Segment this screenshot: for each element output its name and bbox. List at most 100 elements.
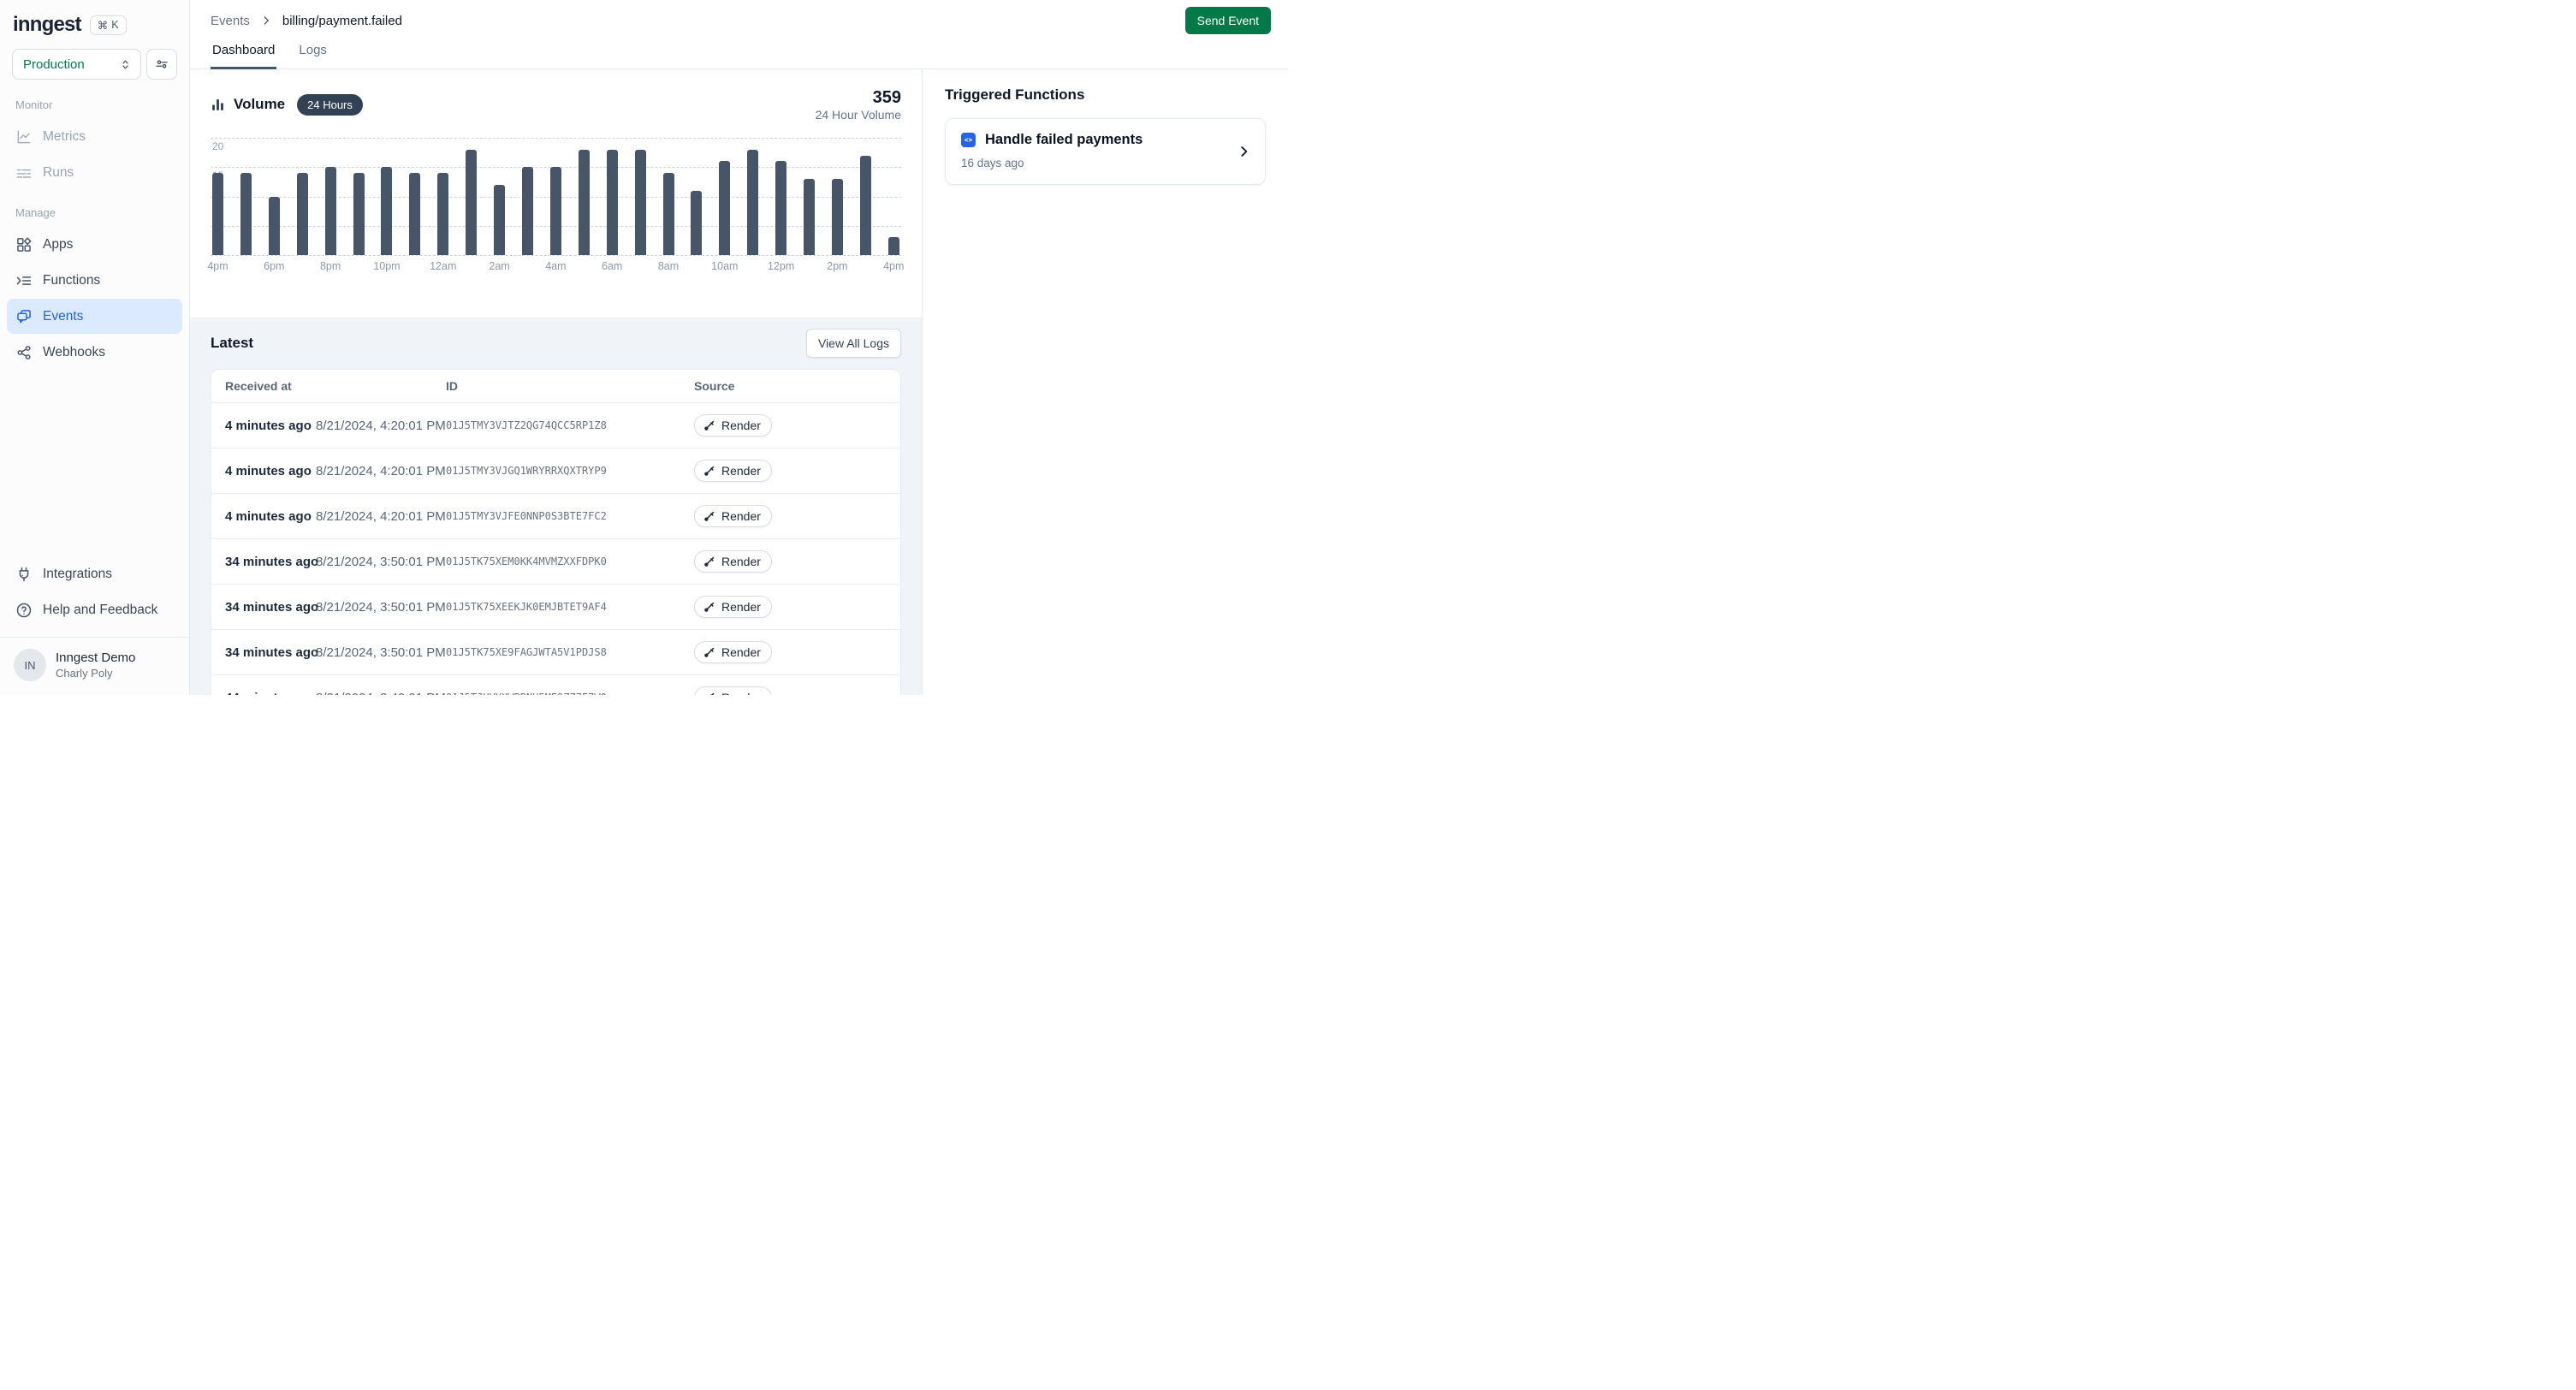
tab-dashboard[interactable]: Dashboard xyxy=(211,41,276,69)
volume-bar[interactable] xyxy=(269,197,280,256)
event-id: 01J5TMY3VJFE0NNP0S3BTE7FC2 xyxy=(446,510,694,522)
latest-title: Latest xyxy=(211,335,253,352)
event-relative-time: 4 minutes ago xyxy=(225,419,316,433)
x-axis-tick-label: 6am xyxy=(602,260,622,272)
volume-bar[interactable] xyxy=(804,179,815,255)
volume-bar[interactable] xyxy=(860,156,871,255)
function-card[interactable]: <> Handle failed payments 16 days ago xyxy=(945,118,1266,185)
x-axis-tick-label: 10am xyxy=(711,260,738,272)
volume-bar[interactable] xyxy=(635,150,646,255)
environment-label: Production xyxy=(23,57,85,72)
environment-settings-button[interactable] xyxy=(146,49,177,80)
sidebar-item-label: Integrations xyxy=(43,567,112,582)
volume-bar[interactable] xyxy=(240,173,252,255)
table-row[interactable]: 4 minutes ago8/21/2024, 4:20:01 PM01J5TM… xyxy=(211,493,900,538)
volume-bar[interactable] xyxy=(747,150,758,255)
tab-logs[interactable]: Logs xyxy=(297,41,329,69)
key-icon xyxy=(703,601,715,614)
chevrons-up-down-icon xyxy=(119,58,132,71)
inngest-logo[interactable]: inngest xyxy=(13,13,81,37)
volume-bar[interactable] xyxy=(579,150,590,255)
volume-bar[interactable] xyxy=(522,167,533,255)
volume-bar[interactable] xyxy=(212,173,223,255)
x-axis-slot xyxy=(240,260,252,275)
x-axis-slot: 4pm xyxy=(212,260,223,275)
events-table: Received at ID Source 4 minutes ago8/21/… xyxy=(211,369,901,695)
x-axis-slot: 4pm xyxy=(888,260,899,275)
sidebar-item-metrics[interactable]: Metrics xyxy=(7,119,182,154)
volume-bar[interactable] xyxy=(719,161,730,255)
view-all-logs-button[interactable]: View All Logs xyxy=(806,329,901,358)
key-icon xyxy=(703,646,715,659)
table-row[interactable]: 34 minutes ago8/21/2024, 3:50:01 PM01J5T… xyxy=(211,538,900,584)
table-row[interactable]: 4 minutes ago8/21/2024, 4:20:01 PM01J5TM… xyxy=(211,448,900,493)
volume-bar[interactable] xyxy=(325,167,336,255)
source-badge-label: Render xyxy=(721,464,761,478)
volume-chart-section: Volume 24 Hours 359 24 Hour Volume 51015… xyxy=(190,69,922,318)
app-window: inngest ⌘ K Production MonitorMetricsRun… xyxy=(0,0,1288,695)
volume-bar[interactable] xyxy=(550,167,561,255)
event-relative-time: 34 minutes ago xyxy=(225,600,316,615)
volume-bar[interactable] xyxy=(437,173,448,255)
sidebar-item-apps[interactable]: Apps xyxy=(7,227,182,262)
source-badge[interactable]: Render xyxy=(694,596,772,618)
sidebar-item-label: Metrics xyxy=(43,129,86,145)
user-menu[interactable]: IN Inngest Demo Charly Poly xyxy=(0,638,189,695)
source-badge[interactable]: Render xyxy=(694,460,772,482)
events-table-body: 4 minutes ago8/21/2024, 4:20:01 PM01J5TM… xyxy=(211,402,900,695)
chart-x-axis: 4pm6pm8pm10pm12am2am4am6am8am10am12pm2pm… xyxy=(212,260,899,275)
source-badge[interactable]: Render xyxy=(694,505,772,527)
volume-bar[interactable] xyxy=(353,173,365,255)
volume-bar[interactable] xyxy=(297,173,308,255)
volume-bar[interactable] xyxy=(888,237,899,255)
x-axis-slot xyxy=(804,260,815,275)
send-event-button[interactable]: Send Event xyxy=(1185,7,1271,34)
x-axis-slot: 10am xyxy=(719,260,730,275)
source-badge[interactable]: Render xyxy=(694,550,772,573)
key-icon xyxy=(703,510,715,523)
topbar: Events billing/payment.failed Send Event xyxy=(190,0,1288,41)
volume-bar[interactable] xyxy=(607,150,618,255)
event-source-cell: Render xyxy=(694,414,887,437)
function-code-icon: <> xyxy=(961,133,976,147)
chevron-right-icon xyxy=(1237,145,1251,159)
event-relative-time: 4 minutes ago xyxy=(225,464,316,478)
event-relative-time: 44 minutes ago xyxy=(225,691,316,696)
volume-bar[interactable] xyxy=(775,161,786,255)
col-received-at: Received at xyxy=(225,379,316,393)
environment-select[interactable]: Production xyxy=(12,49,141,80)
content-row: Volume 24 Hours 359 24 Hour Volume 51015… xyxy=(190,69,1288,695)
breadcrumb-events-link[interactable]: Events xyxy=(211,14,250,28)
volume-bar[interactable] xyxy=(663,173,674,255)
volume-bar[interactable] xyxy=(494,185,505,255)
command-k-shortcut[interactable]: ⌘ K xyxy=(90,15,127,35)
volume-bar[interactable] xyxy=(691,191,702,255)
source-badge-label: Render xyxy=(721,509,761,523)
x-axis-tick-label: 6pm xyxy=(264,260,284,272)
sidebar-item-runs[interactable]: Runs xyxy=(7,155,182,190)
table-row[interactable]: 34 minutes ago8/21/2024, 3:50:01 PM01J5T… xyxy=(211,584,900,629)
source-badge[interactable]: Render xyxy=(694,414,772,437)
event-relative-time: 34 minutes ago xyxy=(225,645,316,660)
event-source-cell: Render xyxy=(694,460,887,482)
sidebar-item-webhooks[interactable]: Webhooks xyxy=(7,335,182,370)
source-badge[interactable]: Render xyxy=(694,686,772,695)
x-axis-slot: 12am xyxy=(437,260,448,275)
metrics-icon xyxy=(15,128,33,146)
table-row[interactable]: 44 minutes ago8/21/2024, 3:40:01 PM01J5T… xyxy=(211,674,900,695)
table-row[interactable]: 4 minutes ago8/21/2024, 4:20:01 PM01J5TM… xyxy=(211,402,900,448)
sidebar-item-integrations[interactable]: Integrations xyxy=(7,556,182,591)
sidebar-item-help-and-feedback[interactable]: Help and Feedback xyxy=(7,592,182,627)
table-row[interactable]: 34 minutes ago8/21/2024, 3:50:01 PM01J5T… xyxy=(211,629,900,674)
volume-bar[interactable] xyxy=(381,167,392,255)
volume-bar[interactable] xyxy=(832,179,843,255)
sidebar-item-events[interactable]: Events xyxy=(7,299,182,334)
event-timestamp: 8/21/2024, 3:50:01 PM xyxy=(316,555,446,569)
event-id: 01J5TMY3VJGQ1WRYRRXQXTRYP9 xyxy=(446,465,694,477)
sidebar-item-functions[interactable]: Functions xyxy=(7,263,182,298)
volume-bar[interactable] xyxy=(409,173,420,255)
sliders-icon xyxy=(154,56,169,72)
event-id: 01J5TMY3VJTZ2QG74QCC5RP1Z8 xyxy=(446,419,694,431)
volume-bar[interactable] xyxy=(466,150,477,255)
source-badge[interactable]: Render xyxy=(694,641,772,663)
